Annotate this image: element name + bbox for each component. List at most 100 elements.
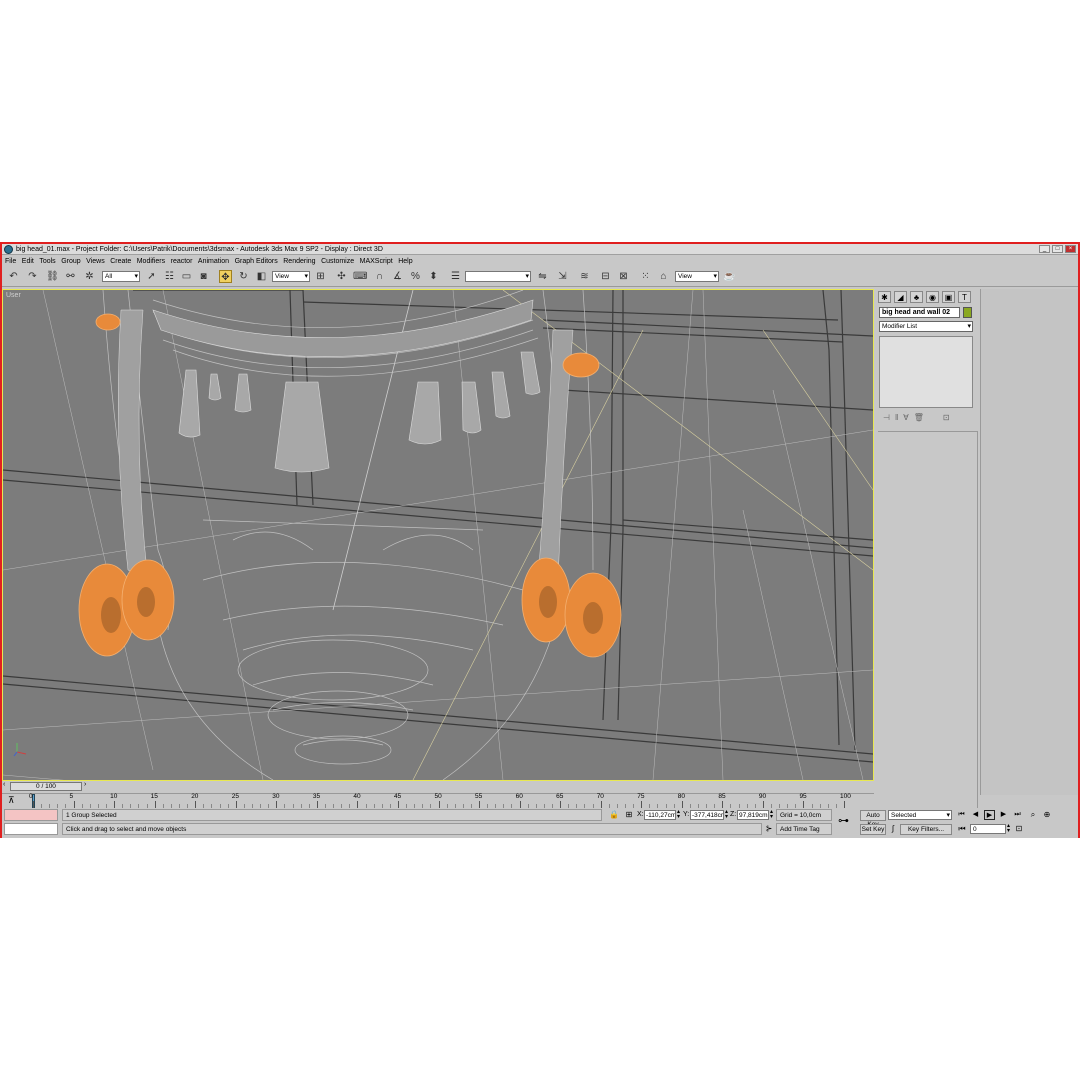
auto-key-button[interactable]: Auto Key	[860, 810, 886, 828]
menu-group[interactable]: Group	[61, 258, 80, 265]
make-unique-icon[interactable]: ∀	[903, 413, 908, 422]
play-icon[interactable]: ▶	[984, 810, 995, 820]
x-spinner-icon[interactable]: ▴ ▾	[677, 809, 680, 820]
maxscript-listener-white[interactable]	[4, 823, 58, 835]
select-and-rotate-icon[interactable]: ↻	[237, 270, 250, 283]
menu-help[interactable]: Help	[398, 258, 412, 265]
material-editor-icon[interactable]: ⁙	[639, 270, 652, 283]
object-name-field[interactable]: big head and wall 02	[879, 307, 960, 318]
z-spinner-icon[interactable]: ▴ ▾	[770, 809, 773, 820]
schematic-view-icon[interactable]: ⊠	[617, 270, 630, 283]
reference-coordinate-dropdown[interactable]: View	[272, 271, 310, 282]
menu-tools[interactable]: Tools	[39, 258, 55, 265]
z-coordinate-field[interactable]: 97,819cm	[737, 810, 769, 820]
modifier-list-dropdown[interactable]: Modifier List	[879, 321, 973, 332]
modifier-stack[interactable]	[879, 336, 973, 408]
add-time-tag-button[interactable]: Add Time Tag	[776, 823, 832, 835]
y-coordinate-field[interactable]: -377,418cr	[690, 810, 724, 820]
select-and-scale-icon[interactable]: ◧	[255, 270, 268, 283]
show-end-result-icon[interactable]: ‖	[895, 413, 898, 422]
selection-lock-icon[interactable]: 🔒	[609, 810, 619, 820]
angle-snap-icon[interactable]: ∡	[391, 270, 404, 283]
time-slider[interactable]: ‹ 0 / 100 ›	[2, 781, 874, 792]
previous-frame-icon[interactable]: ◀	[970, 810, 981, 820]
configure-modifier-sets-icon[interactable]: ⊡	[943, 413, 950, 422]
menu-file[interactable]: File	[5, 258, 16, 265]
zoom-icon[interactable]: ⌕	[1028, 810, 1038, 820]
menu-edit[interactable]: Edit	[22, 258, 34, 265]
rectangular-selection-icon[interactable]: ▭	[180, 270, 193, 283]
go-to-start-icon[interactable]: ⏮	[956, 810, 967, 820]
set-key-button[interactable]: Set Key	[860, 824, 886, 835]
curve-editor-icon[interactable]: ⊟	[599, 270, 612, 283]
percent-snap-icon[interactable]: %	[409, 270, 422, 283]
select-and-link-icon[interactable]: ⛓	[46, 270, 59, 283]
bind-to-space-warp-icon[interactable]: ✲	[83, 270, 96, 283]
track-bar[interactable]: ⊼ 0 5 10 15 20 25 30 35 40 45 50 55 60 65 70 75 80 85 90 95…	[2, 793, 874, 808]
maxscript-listener-pink[interactable]	[4, 809, 58, 821]
go-to-end-icon[interactable]: ⏭	[1012, 810, 1023, 820]
menu-views[interactable]: Views	[86, 258, 105, 265]
viewport-user[interactable]: User	[2, 289, 874, 781]
display-tab-icon[interactable]: ▣	[942, 291, 955, 303]
key-mode-toggle-icon[interactable]: ⏮	[957, 824, 967, 834]
key-mode-dropdown[interactable]: Selected	[888, 810, 952, 820]
unlink-icon[interactable]: ⚯	[64, 270, 77, 283]
align-icon[interactable]: ⇲	[556, 270, 569, 283]
time-configuration-icon[interactable]: ⊡	[1014, 824, 1024, 834]
select-and-manipulate-icon[interactable]: ✣	[335, 270, 348, 283]
create-tab-icon[interactable]: ✱	[878, 291, 891, 303]
selection-filter-dropdown[interactable]: All	[102, 271, 140, 282]
layer-manager-icon[interactable]: ≋	[578, 270, 591, 283]
viewport-label[interactable]: User	[6, 292, 21, 299]
edit-named-selection-icon[interactable]: ☰	[449, 270, 462, 283]
x-coordinate-field[interactable]: -110,27cm	[644, 810, 676, 820]
pin-stack-icon[interactable]: ⊣	[883, 413, 890, 422]
time-tag-icon[interactable]: ⊱	[764, 824, 774, 834]
menu-customize[interactable]: Customize	[321, 258, 354, 265]
current-frame-field[interactable]: 0	[970, 824, 1006, 834]
menu-animation[interactable]: Animation	[198, 258, 229, 265]
quick-render-teapot-icon[interactable]: ☕	[723, 270, 736, 283]
open-mini-curve-editor-icon[interactable]: ⊼	[8, 795, 15, 806]
render-view-dropdown[interactable]: View	[675, 271, 719, 282]
menu-rendering[interactable]: Rendering	[283, 258, 315, 265]
window-crossing-icon[interactable]: ◙	[197, 270, 210, 283]
menu-create[interactable]: Create	[110, 258, 131, 265]
hierarchy-tab-icon[interactable]: ♣	[910, 291, 923, 303]
menu-reactor[interactable]: reactor	[171, 258, 193, 265]
time-slider-left-arrow-icon[interactable]: ‹	[3, 781, 5, 788]
y-spinner-icon[interactable]: ▴ ▾	[725, 809, 728, 820]
next-frame-icon[interactable]: ▶	[998, 810, 1009, 820]
object-color-swatch[interactable]	[963, 307, 972, 318]
menu-modifiers[interactable]: Modifiers	[137, 258, 165, 265]
pivot-center-icon[interactable]: ⊞	[314, 270, 327, 283]
select-and-move-icon[interactable]: ✥	[219, 270, 232, 283]
maximize-button[interactable]: □	[1052, 245, 1063, 253]
time-slider-right-arrow-icon[interactable]: ›	[84, 781, 86, 788]
undo-icon[interactable]: ↶	[7, 270, 20, 283]
time-slider-thumb[interactable]: 0 / 100	[10, 782, 82, 791]
snaps-toggle-icon[interactable]: ∩	[373, 270, 386, 283]
default-in-out-tangents-icon[interactable]: ∫	[888, 824, 898, 834]
set-key-icon[interactable]: ⊶	[838, 814, 849, 827]
mirror-icon[interactable]: ⇋	[536, 270, 549, 283]
spinner-snap-icon[interactable]: ⬍	[427, 270, 440, 283]
named-selection-dropdown[interactable]	[465, 271, 531, 282]
motion-tab-icon[interactable]: ◉	[926, 291, 939, 303]
select-object-icon[interactable]: ➚	[145, 270, 158, 283]
redo-icon[interactable]: ↷	[26, 270, 39, 283]
minimize-button[interactable]: _	[1039, 245, 1050, 253]
app-logo-icon[interactable]	[4, 244, 13, 254]
absolute-relative-toggle-icon[interactable]: ⊞	[624, 810, 634, 820]
keyboard-shortcut-override-icon[interactable]: ⌨	[353, 270, 367, 283]
utilities-tab-icon[interactable]: T	[958, 291, 971, 303]
menu-graph-editors[interactable]: Graph Editors	[235, 258, 278, 265]
select-by-name-icon[interactable]: ☷	[163, 270, 176, 283]
menu-maxscript[interactable]: MAXScript	[360, 258, 393, 265]
remove-modifier-icon[interactable]: 🗑	[914, 413, 924, 422]
modify-tab-icon[interactable]: ◢	[894, 291, 907, 303]
key-filters-button[interactable]: Key Filters...	[900, 824, 952, 835]
zoom-all-icon[interactable]: ⊕	[1042, 810, 1052, 820]
close-button[interactable]: ×	[1065, 245, 1076, 253]
